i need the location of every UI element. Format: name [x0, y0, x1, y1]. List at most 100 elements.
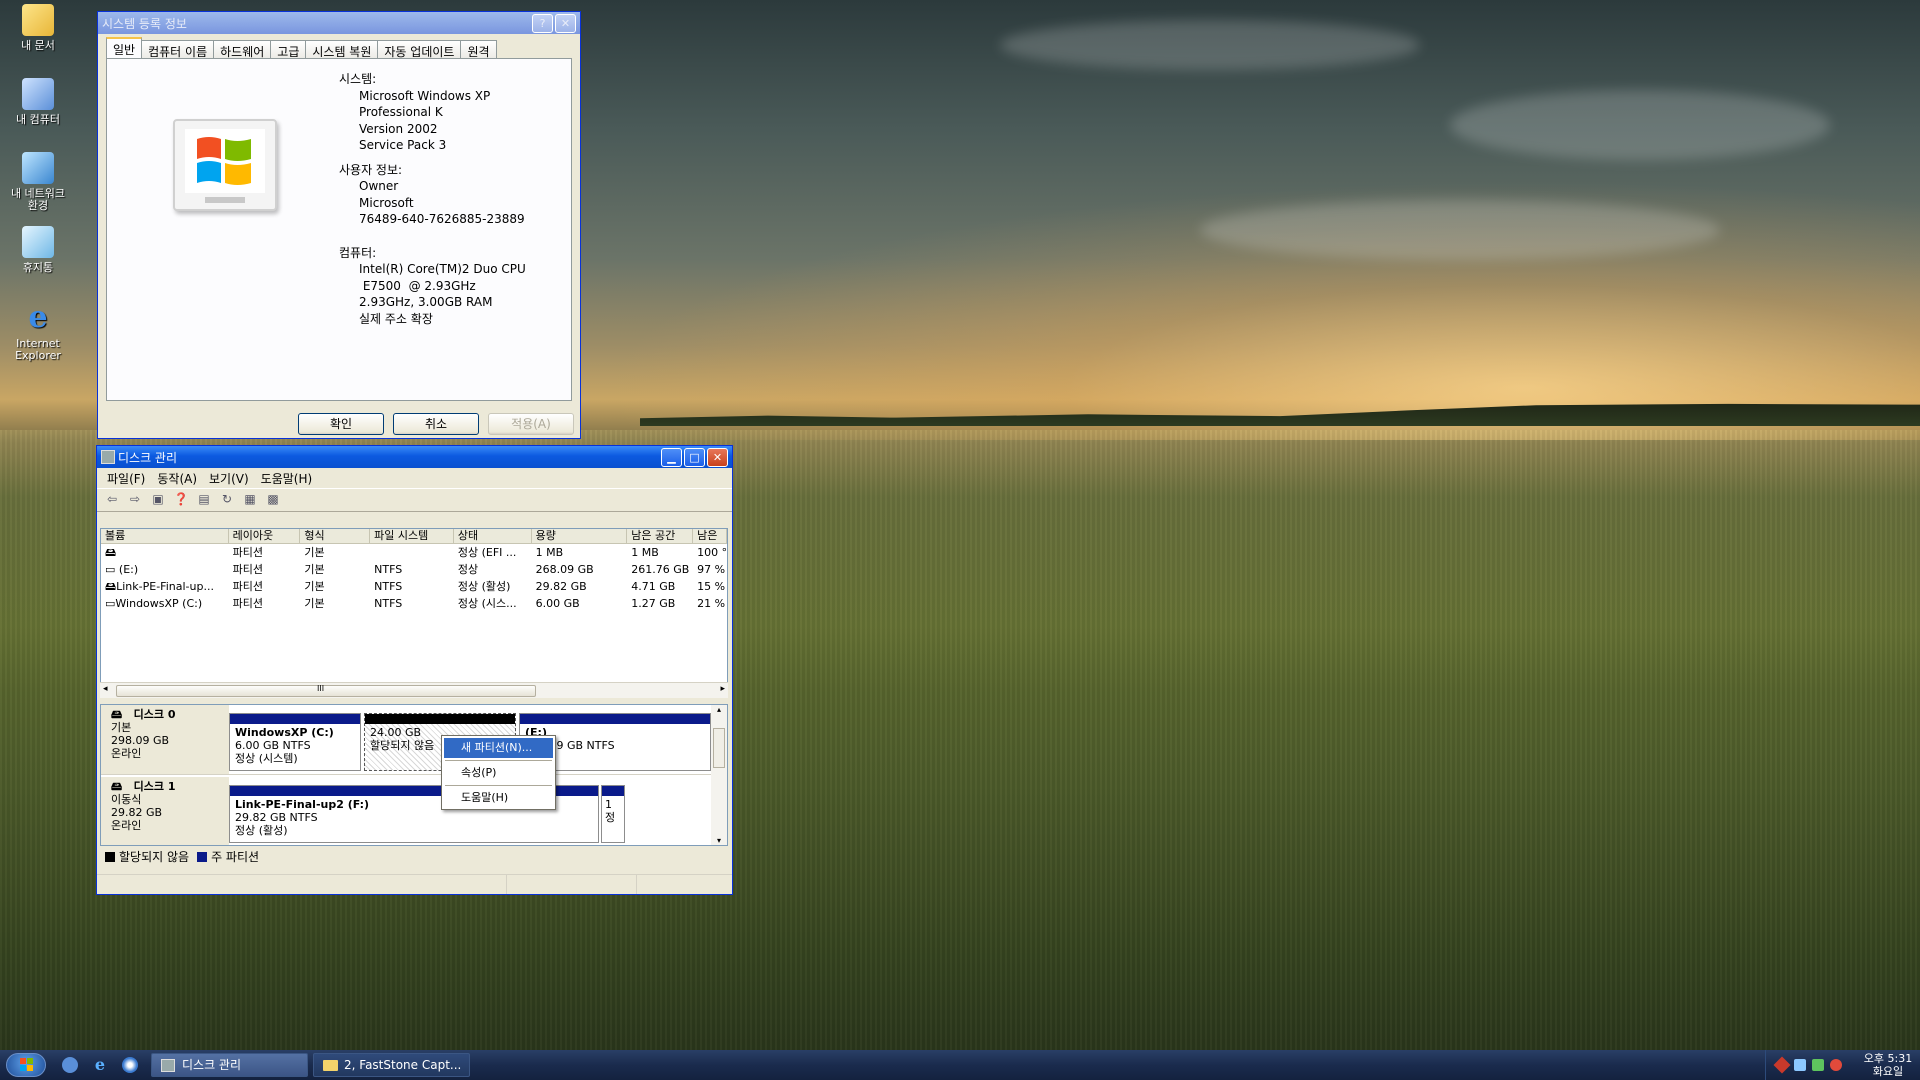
table-row[interactable]: 🖴Link-PE-Final-up... 파티션 기본 NTFS 정상 (활성)…: [101, 578, 727, 595]
scroll-left-arrow-icon[interactable]: ◂: [103, 684, 108, 694]
partition-small[interactable]: 1 정: [601, 785, 625, 843]
table-row[interactable]: ▭WindowsXP (C:) 파티션 기본 NTFS 정상 (시스... 6.…: [101, 595, 727, 612]
tab-hardware[interactable]: 하드웨어: [213, 40, 272, 59]
window-title: 디스크 관리: [118, 450, 178, 465]
volume-cell: ▭ (E:): [101, 561, 229, 578]
layout-cell: 파티션: [232, 546, 263, 559]
disk-name: 디스크 1: [133, 780, 176, 793]
menu-item-new-partition[interactable]: 새 파티션(N)...: [444, 738, 553, 758]
back-icon[interactable]: ⇦: [103, 492, 121, 508]
column-header-layout[interactable]: 레이아웃: [229, 529, 301, 543]
minimize-button[interactable]: ▁: [661, 447, 682, 467]
partition-size: 6.00 GB NTFS: [235, 739, 311, 752]
column-header-free-space[interactable]: 남은 공간: [627, 529, 694, 543]
free-space-cell: 1.27 GB: [631, 597, 676, 610]
desktop-icon-network[interactable]: 내 네트워크 환경: [6, 152, 70, 212]
capacity-cell: 6.00 GB: [535, 597, 580, 610]
quick-launch-ie-icon[interactable]: e: [92, 1057, 108, 1073]
security-tray-icon[interactable]: [1830, 1059, 1842, 1071]
menu-action[interactable]: 동작(A): [151, 470, 203, 487]
menu-view[interactable]: 보기(V): [203, 470, 255, 487]
scroll-right-arrow-icon[interactable]: ▸: [720, 684, 725, 694]
maximize-button[interactable]: □: [684, 447, 705, 467]
scroll-up-arrow-icon[interactable]: ▴: [711, 705, 727, 714]
layout-cell: 파티션: [232, 597, 263, 610]
quick-launch-show-desktop-icon[interactable]: [62, 1057, 78, 1073]
disk-name: 디스크 0: [133, 708, 176, 721]
desktop-icon-internet-explorer[interactable]: e Internet Explorer: [6, 302, 70, 362]
scroll-thumb[interactable]: III: [116, 684, 536, 697]
horizontal-scrollbar[interactable]: ◂ III ▸: [100, 682, 728, 698]
user-org: Microsoft: [359, 195, 414, 210]
taskbar-button-faststone[interactable]: 2, FastStone Capt...: [313, 1053, 470, 1077]
menu-file[interactable]: 파일(F): [101, 470, 151, 487]
folder-icon: [323, 1060, 338, 1071]
disk-management-titlebar[interactable]: 디스크 관리 ▁ □ ✕: [97, 446, 732, 468]
clock-time: 오후 5:31: [1863, 1052, 1913, 1065]
quick-launch-media-player-icon[interactable]: [122, 1057, 138, 1073]
help-button[interactable]: ?: [532, 13, 553, 33]
cloud: [1000, 20, 1420, 70]
tab-auto-update[interactable]: 자동 업데이트: [377, 40, 462, 59]
scroll-thumb[interactable]: [713, 728, 725, 768]
safely-remove-tray-icon[interactable]: [1812, 1059, 1824, 1071]
refresh-icon[interactable]: ↻: [218, 492, 236, 508]
volume-list: 볼륨 레이아웃 형식 파일 시스템 상태 용량 남은 공간 남은 🖴 파티션 기…: [100, 528, 728, 698]
disk-icon: 🖴: [111, 708, 123, 721]
apply-button[interactable]: 적용(A): [488, 413, 574, 435]
help-topics-icon[interactable]: ❓: [172, 492, 190, 508]
status-bar: [97, 874, 732, 894]
cancel-button[interactable]: 취소: [393, 413, 479, 435]
cloud: [1450, 90, 1830, 160]
start-button[interactable]: [6, 1053, 46, 1077]
system-properties-titlebar[interactable]: 시스템 등록 정보 ? ✕: [98, 12, 580, 34]
tab-general[interactable]: 일반: [106, 37, 143, 58]
close-button[interactable]: ✕: [707, 447, 728, 467]
desktop-icon-my-computer[interactable]: 내 컴퓨터: [6, 78, 70, 126]
column-header-status[interactable]: 상태: [454, 529, 532, 543]
taskbar-button-disk-management[interactable]: 디스크 관리: [151, 1053, 308, 1077]
ok-button[interactable]: 확인: [298, 413, 384, 435]
type-cell: 기본: [304, 597, 325, 610]
table-row[interactable]: ▭ (E:) 파티션 기본 NTFS 정상 268.09 GB 261.76 G…: [101, 561, 727, 578]
tab-computer-name[interactable]: 컴퓨터 이름: [141, 40, 215, 59]
vertical-scrollbar[interactable]: ▴ ▾: [711, 705, 727, 845]
menu-item-properties[interactable]: 속성(P): [444, 763, 553, 783]
status-cell: 정상 (시스...: [457, 597, 517, 610]
table-row[interactable]: 🖴 파티션 기본 정상 (EFI ... 1 MB 1 MB 100 °: [101, 544, 727, 561]
clock[interactable]: 오후 5:31 화요일: [1858, 1052, 1918, 1078]
column-header-volume[interactable]: 볼륨: [101, 529, 229, 543]
properties-icon[interactable]: ▦: [241, 492, 259, 508]
recycle-bin-icon: [22, 226, 54, 258]
tab-remote[interactable]: 원격: [460, 40, 497, 59]
menu-help[interactable]: 도움말(H): [255, 470, 319, 487]
console-view-icon[interactable]: ▤: [195, 492, 213, 508]
show-hide-tree-icon[interactable]: ▣: [149, 492, 167, 508]
volume-icon: ▭: [105, 563, 116, 576]
tab-advanced[interactable]: 고급: [270, 40, 307, 59]
desktop-icon-my-documents[interactable]: 내 문서: [6, 4, 70, 52]
disk-label[interactable]: 🖴 디스크 1 이동식 29.82 GB 온라인: [101, 777, 229, 845]
status-pane: [97, 875, 507, 894]
scroll-down-arrow-icon[interactable]: ▾: [711, 836, 727, 845]
tab-system-restore[interactable]: 시스템 복원: [305, 40, 379, 59]
column-header-free-pct[interactable]: 남은: [693, 529, 727, 543]
product-id: 76489-640-7626885-23889: [359, 212, 525, 226]
close-button[interactable]: ✕: [555, 13, 576, 33]
column-header-filesystem[interactable]: 파일 시스템: [370, 529, 454, 543]
column-header-type[interactable]: 형식: [300, 529, 371, 543]
desktop-icon-recycle-bin[interactable]: 휴지통: [6, 226, 70, 274]
column-header-capacity[interactable]: 용량: [532, 529, 628, 543]
export-list-icon[interactable]: ▩: [264, 492, 282, 508]
volume-cell: 🖴Link-PE-Final-up...: [101, 578, 229, 595]
my-documents-icon: [22, 4, 54, 36]
network-tray-icon[interactable]: [1773, 1056, 1791, 1074]
clock-day: 화요일: [1872, 1065, 1904, 1078]
forward-icon[interactable]: ⇨: [126, 492, 144, 508]
partition-c[interactable]: WindowsXP (C:) 6.00 GB NTFS 정상 (시스템): [229, 713, 361, 771]
filesystem-cell: [370, 544, 454, 561]
volume-tray-icon[interactable]: [1794, 1059, 1806, 1071]
user-label: 사용자 정보:: [339, 162, 403, 177]
disk-label[interactable]: 🖴 디스크 0 기본 298.09 GB 온라인: [101, 705, 229, 774]
menu-item-help[interactable]: 도움말(H): [444, 788, 553, 808]
